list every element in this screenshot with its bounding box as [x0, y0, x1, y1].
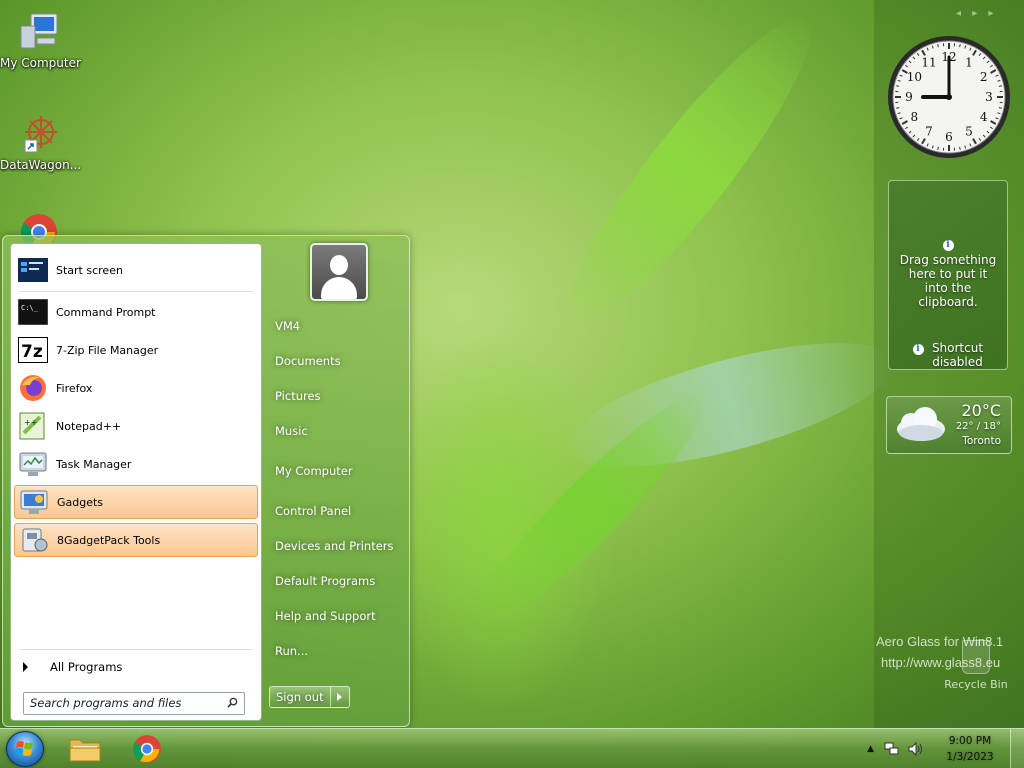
info-icon: i	[912, 344, 924, 355]
taskbar-explorer-button[interactable]	[56, 731, 114, 767]
clock-number: 10	[907, 70, 922, 84]
svg-text:7z: 7z	[21, 342, 43, 362]
7zip-icon: 7z	[18, 335, 48, 365]
desktop-icon-datawagon[interactable]: DataWagon...	[0, 112, 81, 172]
clock-number: 4	[980, 110, 988, 124]
clock-number: 8	[911, 110, 919, 124]
link-documents[interactable]: Documents	[275, 354, 341, 368]
link-pictures[interactable]: Pictures	[275, 389, 321, 403]
volume-icon[interactable]	[908, 742, 924, 756]
svg-text:++: ++	[24, 418, 37, 427]
program-gadgets[interactable]: Gadgets	[14, 485, 258, 519]
clock-number: 5	[965, 125, 973, 139]
clock-tick	[896, 85, 900, 87]
clock-number: 7	[925, 125, 933, 139]
program-firefox[interactable]: Firefox	[14, 371, 258, 405]
svg-text:C:\_: C:\_	[21, 304, 39, 312]
separator	[19, 291, 253, 292]
clock-number: 6	[945, 130, 953, 144]
taskbar: ▲ 9:00 PM 1/3/2023	[0, 728, 1024, 768]
system-tray: ▲ 9:00 PM 1/3/2023	[867, 729, 1024, 768]
all-programs-button[interactable]: All Programs	[19, 656, 259, 678]
clock-number: 3	[985, 90, 993, 104]
program-task-manager[interactable]: Task Manager	[14, 447, 258, 481]
chrome-icon	[133, 735, 161, 763]
triangle-right-icon	[23, 662, 28, 672]
link-help-and-support[interactable]: Help and Support	[275, 609, 376, 623]
recycle-bin-icon	[962, 640, 990, 674]
program-start-screen[interactable]: Start screen	[14, 253, 258, 287]
link-user-vm4[interactable]: VM4	[275, 319, 300, 333]
my-computer-icon	[17, 10, 61, 54]
start-menu-programs-pane: Start screen C:\_ Command Prompt 7z 7-Zi…	[10, 243, 262, 721]
task-manager-icon	[18, 449, 48, 479]
clock-gadget: 121234567891011	[888, 36, 1010, 158]
clock-number: 2	[980, 70, 988, 84]
weather-range: 22° / 18°	[955, 421, 1001, 432]
clock-tick	[998, 85, 1002, 87]
firefox-icon	[18, 373, 48, 403]
network-icon[interactable]	[884, 742, 900, 756]
show-desktop-button[interactable]	[1010, 729, 1024, 768]
sign-out-options-arrow-icon[interactable]	[331, 687, 349, 707]
desktop-icon-recycle-bin[interactable]: Recycle Bin	[944, 640, 1008, 691]
clock-number: 9	[905, 90, 913, 104]
clock-tick	[937, 146, 939, 150]
clipboard-status: Shortcut disabled	[931, 341, 984, 369]
notepad-plus-plus-icon: ++	[18, 411, 48, 441]
program-notepad-plus-plus[interactable]: ++ Notepad++	[14, 409, 258, 443]
link-my-computer[interactable]: My Computer	[275, 464, 353, 478]
weather-gadget[interactable]: 20°C 22° / 18° Toronto	[886, 396, 1012, 454]
search-input[interactable]: Search programs and files	[23, 692, 245, 715]
link-run[interactable]: Run...	[275, 644, 308, 658]
start-menu: Start screen C:\_ Command Prompt 7z 7-Zi…	[2, 235, 410, 727]
clock-tick	[959, 146, 961, 150]
user-avatar[interactable]	[310, 243, 368, 301]
taskbar-clock[interactable]: 9:00 PM 1/3/2023	[930, 733, 1010, 765]
taskbar-chrome-button[interactable]	[118, 731, 176, 767]
desktop-icon-my-computer[interactable]: My Computer	[0, 10, 81, 70]
start-screen-icon	[18, 255, 48, 285]
datawagon-icon	[17, 112, 61, 156]
program-8gadgetpack-tools[interactable]: 8GadgetPack Tools	[14, 523, 258, 557]
sign-out-button[interactable]: Sign out	[269, 686, 350, 708]
sidebar-nav-arrows[interactable]: ◂ ▸ ▸	[956, 8, 997, 19]
clock-number: 11	[921, 55, 936, 69]
info-icon: i	[942, 240, 954, 251]
folder-icon	[69, 739, 101, 762]
gadgets-icon	[19, 487, 49, 517]
weather-temperature: 20°C	[961, 401, 1001, 420]
clock-tick	[896, 107, 900, 109]
link-default-programs[interactable]: Default Programs	[275, 574, 375, 588]
clipboard-message: Drag something here to put it into the c…	[899, 253, 997, 309]
link-devices-and-printers[interactable]: Devices and Printers	[275, 539, 394, 553]
cloudy-weather-icon	[897, 407, 945, 441]
search-icon	[227, 697, 238, 708]
command-prompt-icon: C:\_	[18, 297, 48, 327]
separator	[19, 649, 253, 650]
weather-city: Toronto	[962, 435, 1001, 447]
link-music[interactable]: Music	[275, 424, 308, 438]
program-7zip[interactable]: 7z 7-Zip File Manager	[14, 333, 258, 367]
clock-tick	[998, 107, 1002, 109]
windows-logo-icon	[15, 741, 33, 756]
clipboard-gadget[interactable]: i Drag something here to put it into the…	[888, 180, 1008, 370]
clock-tick	[937, 44, 939, 48]
link-control-panel[interactable]: Control Panel	[275, 504, 351, 518]
program-command-prompt[interactable]: C:\_ Command Prompt	[14, 295, 258, 329]
clock-tick	[959, 44, 961, 48]
show-hidden-icons-chevron-icon[interactable]: ▲	[867, 744, 874, 754]
clock-number: 1	[965, 55, 973, 69]
start-orb-button[interactable]	[6, 731, 44, 767]
gadgetpack-tools-icon	[19, 525, 49, 555]
